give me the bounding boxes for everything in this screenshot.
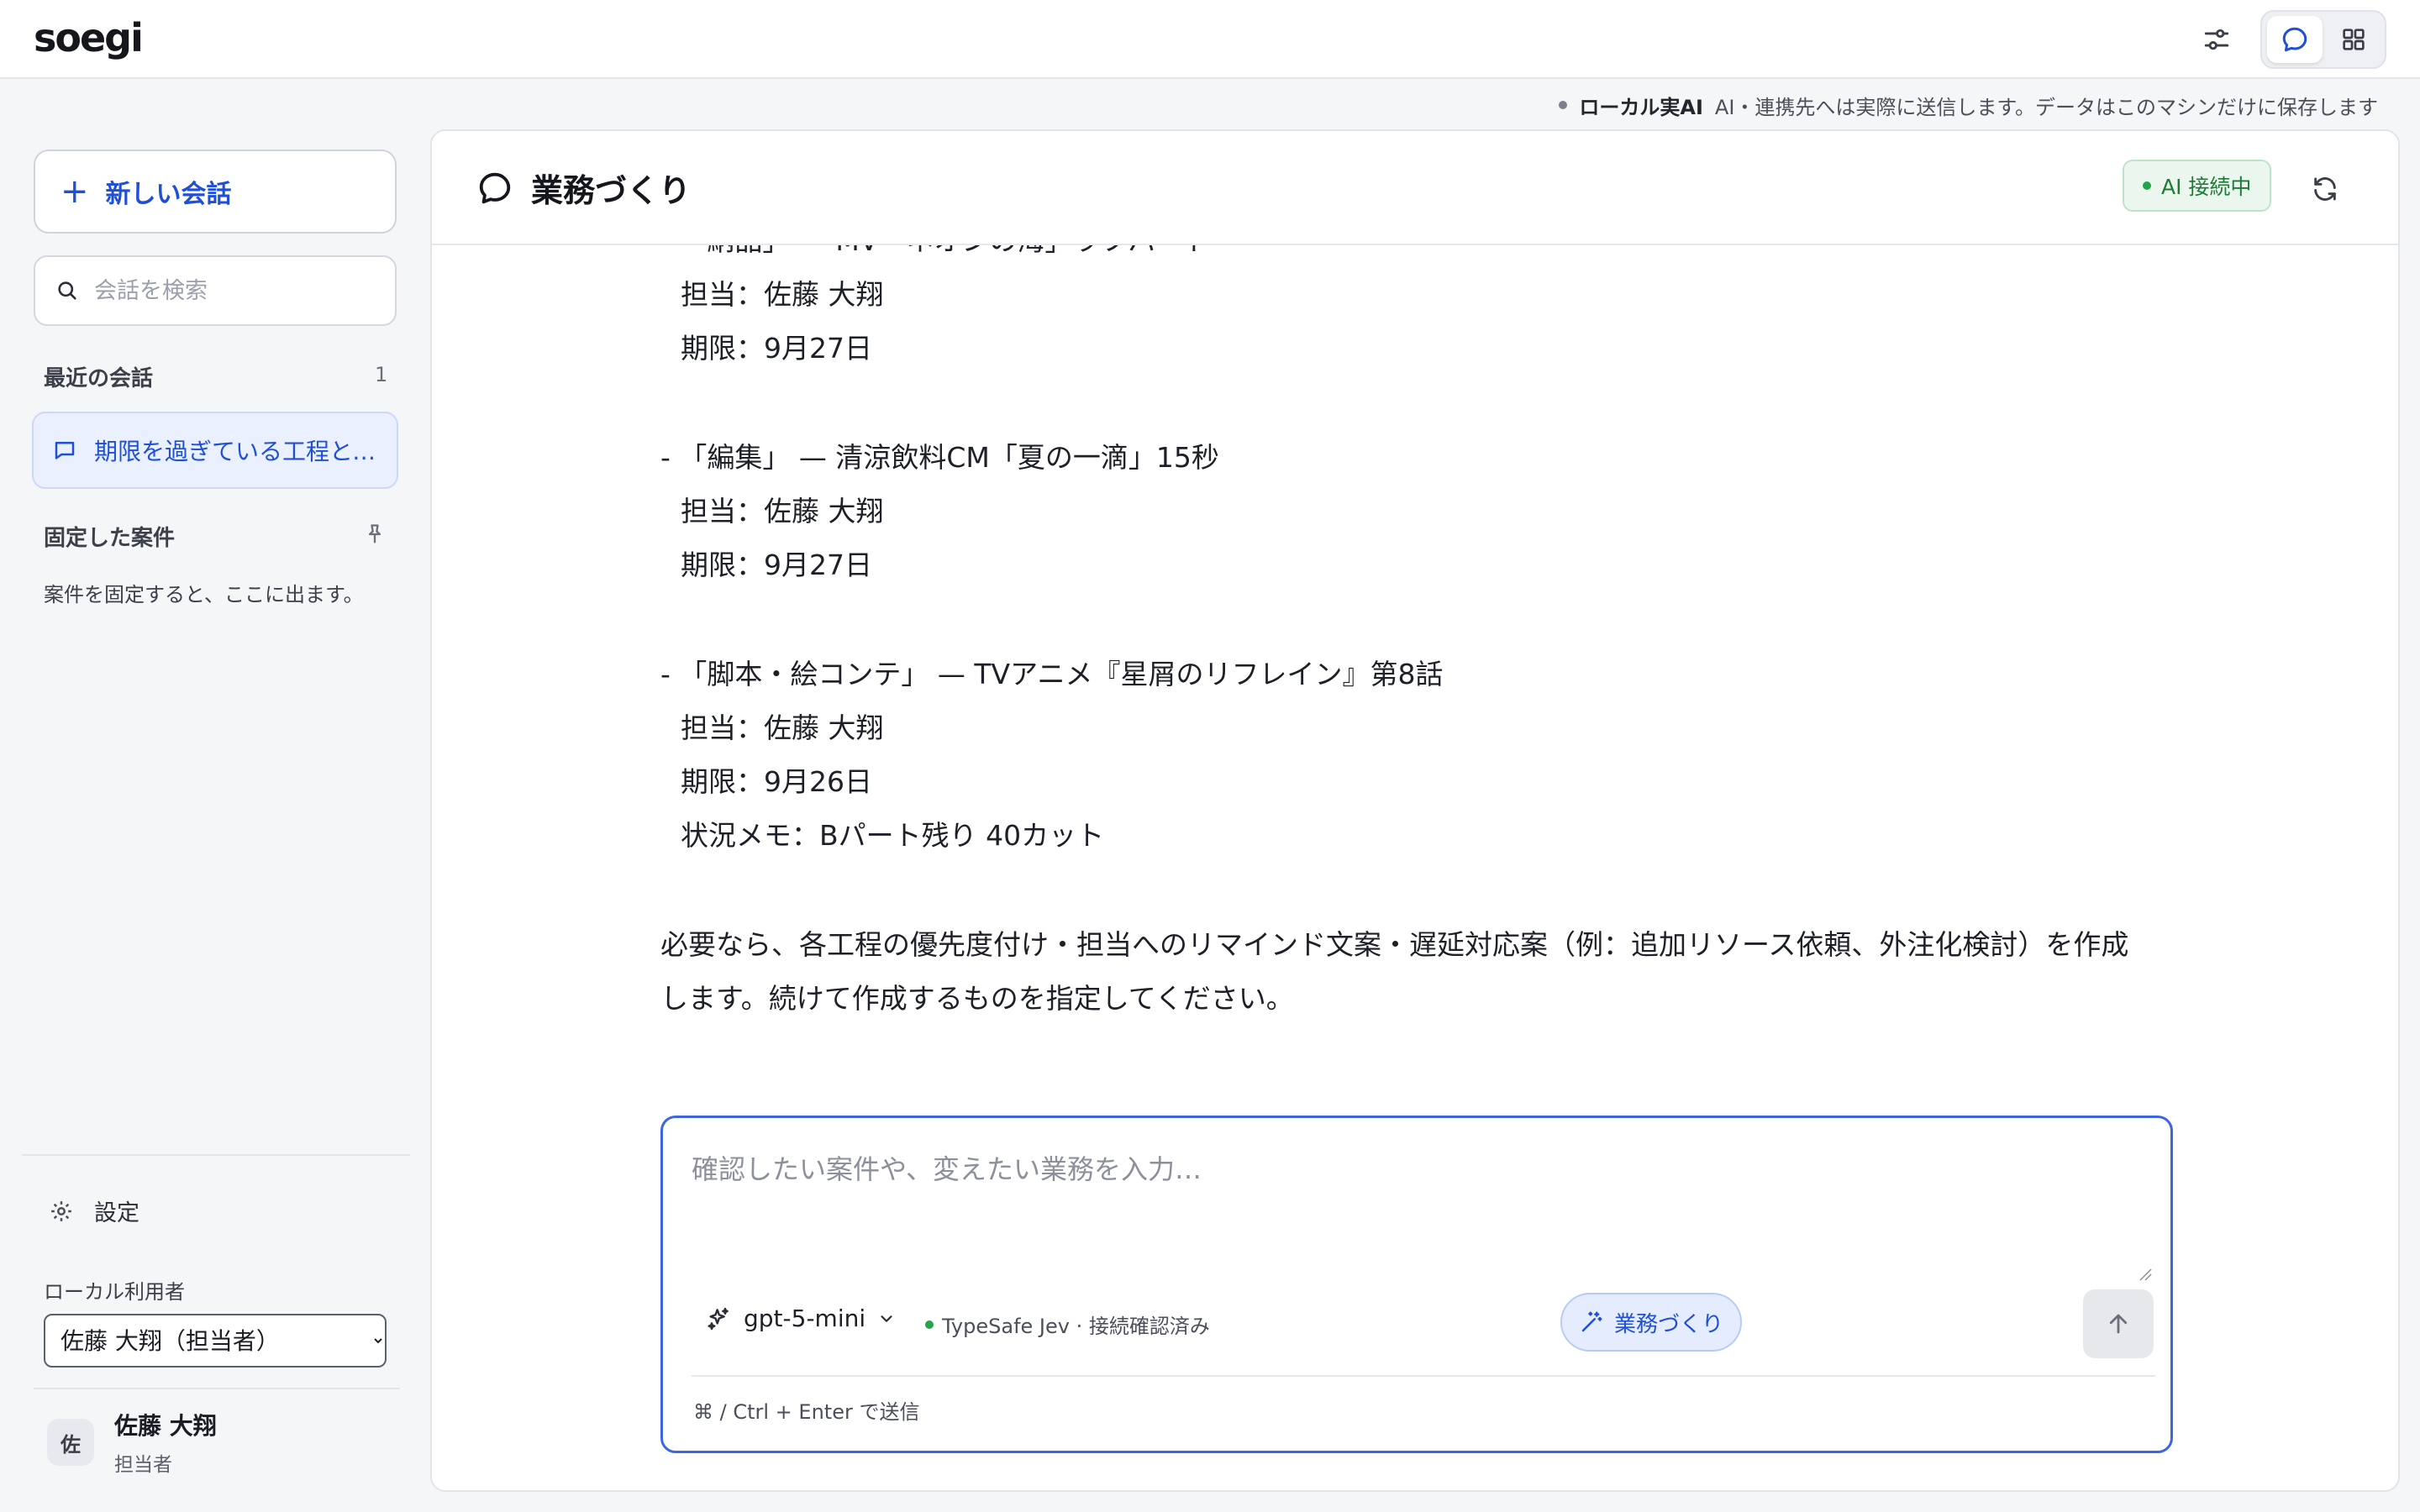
view-toggle — [2260, 10, 2386, 69]
send-button[interactable] — [2083, 1289, 2154, 1358]
mode-chip[interactable]: 業務づくり — [1560, 1293, 1743, 1352]
conversation-search[interactable] — [34, 255, 397, 326]
local-user-select[interactable]: 佐藤 大翔（担当者） — [44, 1314, 387, 1368]
grid-icon — [2343, 29, 2365, 50]
recent-conversations-count: 1 — [375, 363, 388, 386]
grid-view-button[interactable] — [2326, 16, 2381, 63]
message-line: 期限：9月27日 — [681, 332, 872, 365]
chat-bubble-icon — [55, 442, 75, 459]
notice-dot — [1559, 101, 1568, 109]
message-composer: gpt-5-mini TypeSafe Jev · 接続確認済み 業務づくり ⌘… — [660, 1116, 2173, 1453]
page-title-text: 業務づくり — [531, 172, 692, 209]
message-line: します。続けて作成するものを指定してください。 — [660, 982, 1294, 1015]
chat-bubble-icon — [2282, 27, 2307, 52]
connection-status: TypeSafe Jev · 接続確認済み — [925, 1310, 1210, 1339]
message-line: - 「編集」 — 清涼飲料CM「夏の一滴」15秒 — [660, 441, 1219, 474]
message-thread: - 「納品」 — MV「ネオンの海」ラフパート 担当：佐藤 大翔 期限：9月27… — [432, 245, 2398, 1203]
search-icon — [58, 281, 76, 300]
message-line: - 「脚本・絵コンテ」 — TVアニメ『星屑のリフレイン』第8話 — [660, 658, 1444, 690]
gear-icon — [51, 1200, 71, 1221]
new-chat-label: 新しい会話 — [105, 180, 232, 209]
arrow-up-icon — [2109, 1314, 2128, 1334]
resize-grip-icon[interactable] — [2139, 1268, 2152, 1281]
message-line: 期限：9月26日 — [681, 765, 872, 798]
chevron-down-icon — [881, 1315, 892, 1322]
search-input[interactable] — [94, 277, 380, 304]
refresh-button[interactable] — [2302, 166, 2348, 212]
profile-role: 担当者 — [114, 1454, 172, 1476]
plus-icon: + — [60, 172, 89, 211]
main-panel: 業務づくり AI 接続中 - 「納品」 — MV「ネオンの海」ラフパート 担当：… — [430, 129, 2400, 1492]
ai-status-text: AI 接続中 — [2161, 175, 2252, 199]
settings-label: 設定 — [94, 1200, 139, 1226]
sidebar-divider — [34, 1388, 400, 1389]
message-line: - 「納品」 — MV「ネオンの海」ラフパート — [660, 245, 1211, 259]
sliders-icon — [2204, 29, 2229, 50]
main-header: 業務づくり AI 接続中 — [432, 131, 2398, 245]
settings-link[interactable]: 設定 — [49, 1194, 139, 1227]
model-selector[interactable]: gpt-5-mini — [705, 1305, 896, 1332]
recent-conversations-label: 最近の会話 — [44, 366, 154, 391]
page-title: 業務づくり — [476, 165, 691, 211]
local-user-label: ローカル利用者 — [44, 1280, 185, 1304]
app-logo[interactable]: soegi — [34, 15, 144, 60]
magic-wand-icon — [1581, 1311, 1602, 1332]
message-line: 状況メモ：Bパート残り 40カット — [681, 819, 1105, 852]
status-dot — [2143, 181, 2151, 190]
conversation-item-label: 期限を過ぎている工程とその担当を教えて — [94, 438, 397, 465]
chat-view-button[interactable] — [2267, 16, 2323, 63]
model-name: gpt-5-mini — [744, 1305, 866, 1332]
profile-name: 佐藤 大翔 — [114, 1412, 217, 1440]
chat-bubble-icon — [479, 172, 511, 203]
ai-status-badge: AI 接続中 — [2123, 160, 2272, 212]
settings-sliders-button[interactable] — [2186, 9, 2247, 70]
message-line: 担当：佐藤 大翔 — [681, 278, 884, 311]
status-dot — [925, 1320, 934, 1329]
top-bar: soegi — [0, 0, 2420, 79]
sidebar-divider — [22, 1154, 410, 1156]
mode-chip-label: 業務づくり — [1614, 1311, 1724, 1337]
pinned-projects-label: 固定した案件 — [44, 526, 176, 551]
notice-text: AI・連携先へは実際に送信します。データはこのマシンだけに保存します — [1714, 95, 2378, 119]
send-shortcut-hint: ⌘ / Ctrl + Enter で送信 — [693, 1400, 920, 1424]
avatar: 佐 — [47, 1419, 94, 1466]
conversation-item[interactable]: 期限を過ぎている工程とその担当を教えて — [32, 412, 398, 489]
message-input[interactable] — [692, 1148, 2145, 1274]
connection-status-text: TypeSafe Jev · 接続確認済み — [942, 1315, 1210, 1338]
message-line: 必要なら、各工程の優先度付け・担当へのリマインド文案・遅延対応案（例：追加リソー… — [660, 928, 2129, 961]
sparkles-icon — [708, 1307, 729, 1330]
message-line: 担当：佐藤 大翔 — [681, 495, 884, 528]
notice-mode: ローカル実AI — [1579, 95, 1703, 119]
message-line: 担当：佐藤 大翔 — [681, 711, 884, 744]
local-ai-notice: ローカル実AI AI・連携先へは実際に送信します。データはこのマシンだけに保存し… — [1559, 91, 2378, 119]
user-profile[interactable]: 佐 佐藤 大翔 担当者 — [47, 1408, 217, 1477]
pin-icon[interactable] — [363, 522, 387, 546]
refresh-icon — [2314, 177, 2336, 201]
composer-divider — [692, 1375, 2155, 1377]
new-chat-button[interactable]: + 新しい会話 — [34, 150, 397, 234]
pinned-empty-text: 案件を固定すると、ここに出ます。 — [44, 583, 364, 606]
message-line: 期限：9月27日 — [681, 549, 872, 581]
